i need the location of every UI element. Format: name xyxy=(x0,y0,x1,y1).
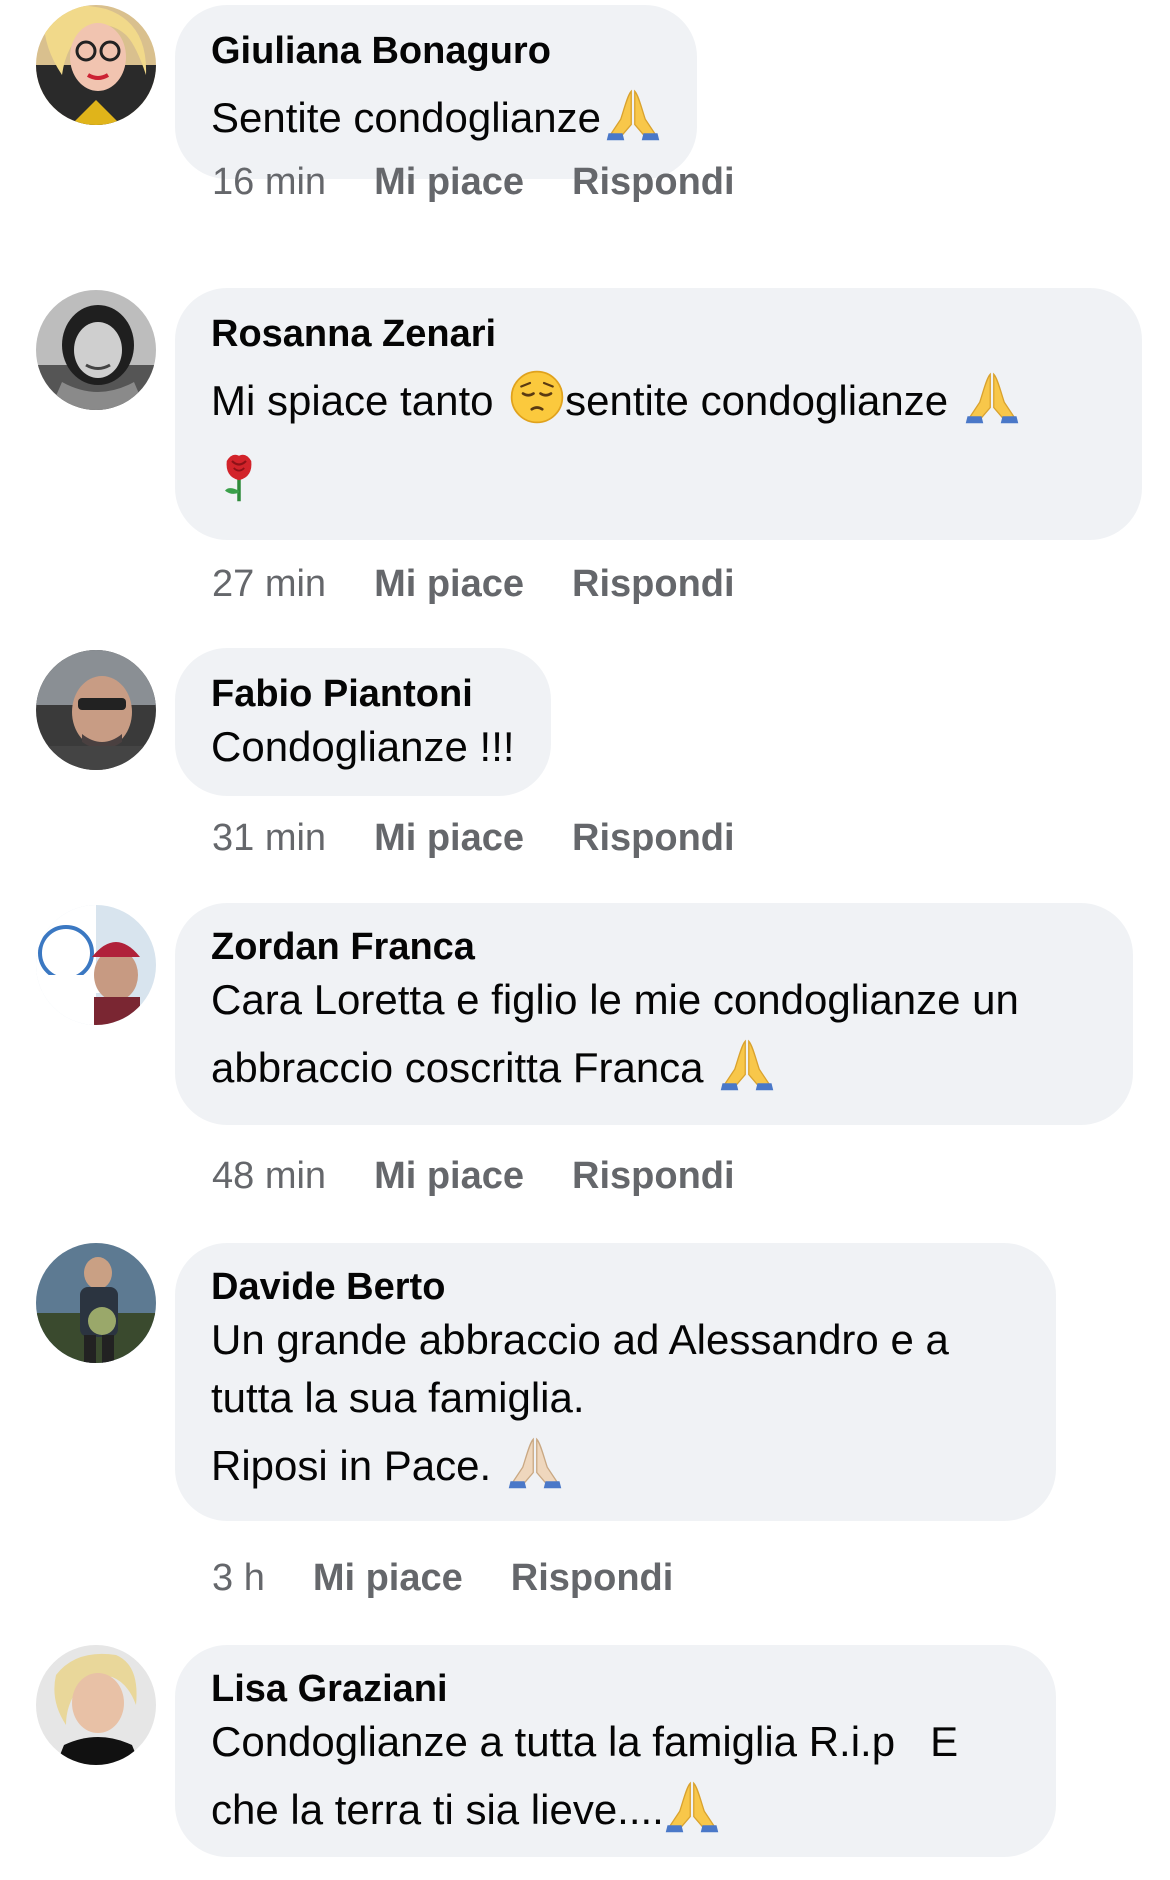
comment-text: Condoglianze !!! xyxy=(211,723,515,770)
avatar[interactable] xyxy=(36,5,156,125)
folded-hands-emoji-icon xyxy=(605,86,661,142)
comment-timestamp[interactable]: 27 min xyxy=(212,563,326,605)
comment-bubble[interactable]: Davide Berto Un grande abbraccio ad Ales… xyxy=(175,1243,1056,1521)
comment-text-line: abbraccio coscritta Franca xyxy=(211,1029,1097,1107)
comment-text: Condoglianze a tutta la famiglia R.i.p E xyxy=(211,1718,959,1765)
comment-text-line: tutta la sua famiglia. xyxy=(211,1374,585,1421)
reply-button[interactable]: Rispondi xyxy=(511,1557,674,1599)
avatar[interactable] xyxy=(36,905,156,1025)
like-button[interactable]: Mi piace xyxy=(374,563,524,605)
pensive-face-emoji-icon xyxy=(509,369,565,425)
comment-bubble[interactable]: Zordan Franca Cara Loretta e figlio le m… xyxy=(175,903,1133,1125)
like-button[interactable]: Mi piace xyxy=(313,1557,463,1599)
comment-meta: 3 h Mi piace Rispondi xyxy=(212,1556,673,1600)
comment-text-line: che la terra ti sia lieve.... xyxy=(211,1771,1020,1849)
reply-button[interactable]: Rispondi xyxy=(572,161,735,203)
comment-timestamp[interactable]: 16 min xyxy=(212,161,326,203)
rose-emoji-icon xyxy=(211,447,267,503)
avatar[interactable] xyxy=(36,290,156,410)
comment-bubble[interactable]: Lisa Graziani Condoglianze a tutta la fa… xyxy=(175,1645,1056,1857)
comment-text: Un grande abbraccio ad Alessandro e a xyxy=(211,1316,949,1363)
comment-author[interactable]: Davide Berto xyxy=(211,1265,1020,1309)
folded-hands-emoji-icon xyxy=(719,1036,775,1092)
like-button[interactable]: Mi piace xyxy=(374,817,524,859)
folded-hands-emoji-icon xyxy=(964,369,1020,425)
comment-author[interactable]: Giuliana Bonaguro xyxy=(211,29,661,73)
folded-hands-emoji-icon xyxy=(664,1778,720,1834)
comment-meta: 16 min Mi piace Rispondi xyxy=(212,160,735,204)
comment-bubble[interactable]: Rosanna Zenari Mi spiace tanto sentite c… xyxy=(175,288,1142,540)
comment-meta: 31 min Mi piace Rispondi xyxy=(212,816,735,860)
comment-author[interactable]: Lisa Graziani xyxy=(211,1667,1020,1711)
avatar[interactable] xyxy=(36,650,156,770)
comment-author[interactable]: Fabio Piantoni xyxy=(211,672,515,716)
folded-hands-emoji-icon xyxy=(507,1434,563,1490)
comment-timestamp[interactable]: 3 h xyxy=(212,1557,265,1599)
avatar[interactable] xyxy=(36,1243,156,1363)
comment-text: Mi spiace tanto sentite condoglianze xyxy=(211,362,1106,440)
comment-bubble[interactable]: Fabio Piantoni Condoglianze !!! xyxy=(175,648,551,796)
comment-text: Cara Loretta e figlio le mie condoglianz… xyxy=(211,976,1019,1023)
comment-author[interactable]: Rosanna Zenari xyxy=(211,312,1106,356)
comment-meta: 27 min Mi piace Rispondi xyxy=(212,562,735,606)
like-button[interactable]: Mi piace xyxy=(374,1155,524,1197)
avatar[interactable] xyxy=(36,1645,156,1765)
comment-text: Sentite condoglianze xyxy=(211,79,661,157)
comment-text-line xyxy=(211,440,1106,518)
reply-button[interactable]: Rispondi xyxy=(572,817,735,859)
reply-button[interactable]: Rispondi xyxy=(572,1155,735,1197)
like-button[interactable]: Mi piace xyxy=(374,161,524,203)
comment-timestamp[interactable]: 31 min xyxy=(212,817,326,859)
comment-text-line: Riposi in Pace. xyxy=(211,1427,1020,1505)
comment-bubble[interactable]: Giuliana Bonaguro Sentite condoglianze xyxy=(175,5,697,179)
comment-meta: 48 min Mi piace Rispondi xyxy=(212,1154,735,1198)
comment-timestamp[interactable]: 48 min xyxy=(212,1155,326,1197)
reply-button[interactable]: Rispondi xyxy=(572,563,735,605)
comment-author[interactable]: Zordan Franca xyxy=(211,925,1097,969)
